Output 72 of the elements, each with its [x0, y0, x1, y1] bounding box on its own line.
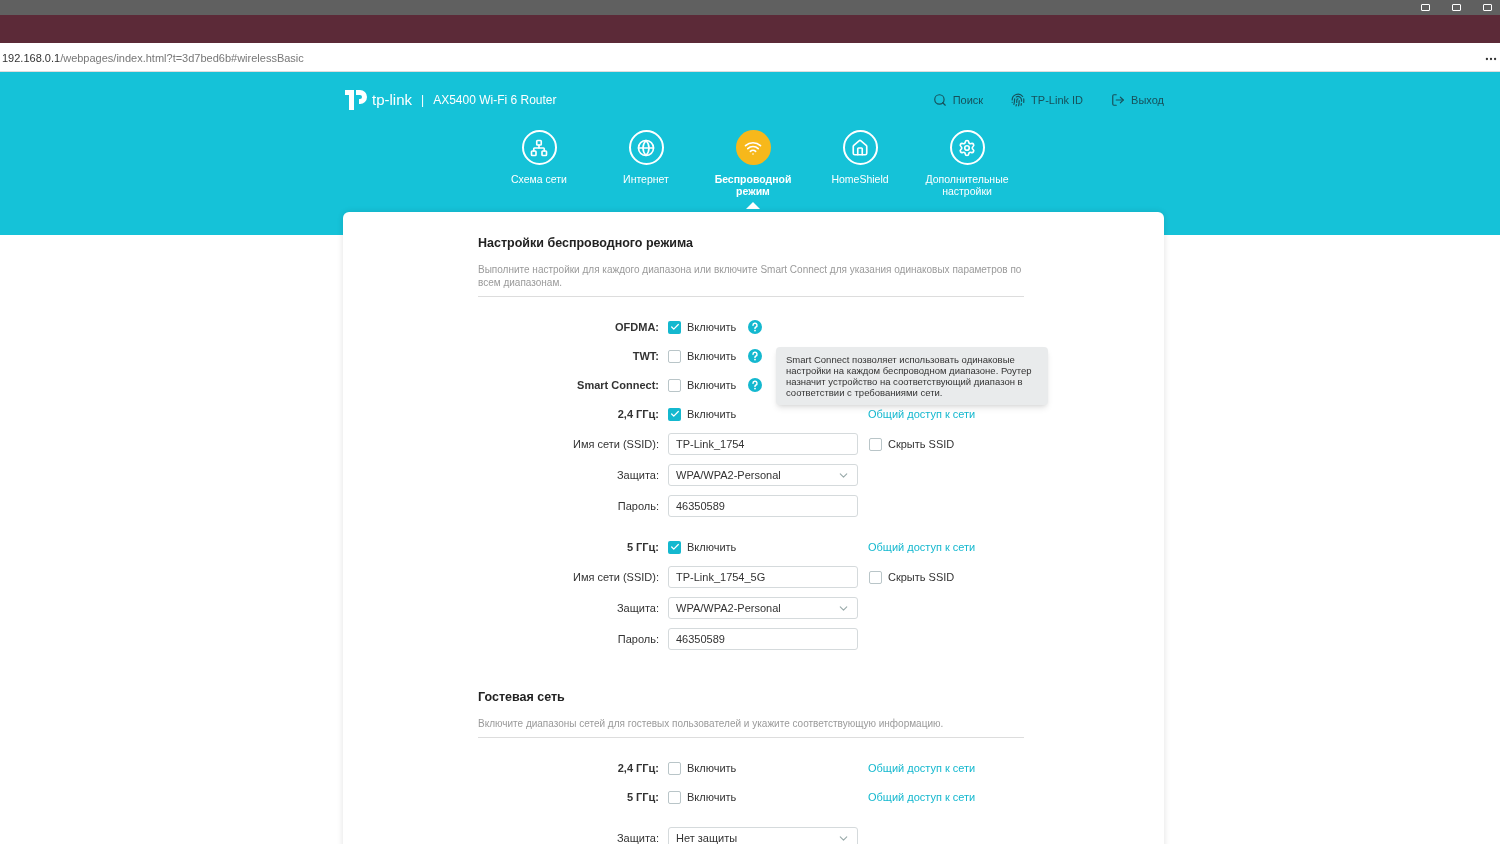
field-label: 2,4 ГГц:: [616, 407, 660, 422]
checkbox-label: Включить: [687, 760, 737, 776]
text-field[interactable]: 46350589: [668, 628, 858, 651]
nav-tab[interactable]: Интернет: [592, 130, 700, 197]
network-icon: [530, 138, 548, 157]
checkbox[interactable]: [668, 378, 681, 392]
checkbox-label: Включить: [687, 349, 737, 364]
search-icon: [932, 93, 947, 107]
checkbox-label: Включить: [687, 789, 737, 805]
checkbox[interactable]: [869, 437, 882, 451]
field-label: Защита:: [615, 468, 660, 483]
nav-tab[interactable]: HomeShield: [806, 130, 914, 197]
dropdown[interactable]: WPA/WPA2-Personal: [668, 597, 858, 620]
window-control-icon[interactable]: [1483, 4, 1492, 11]
field-label: 5 ГГц:: [625, 789, 660, 805]
logout-icon: [1111, 93, 1126, 107]
sharing-link[interactable]: Общий доступ к сети: [868, 788, 976, 806]
window-control-icon[interactable]: [1421, 4, 1430, 11]
checkbox-label: Включить: [687, 378, 737, 393]
address-bar-url[interactable]: 192.168.0.1/webpages/index.html?t=3d7bed6b#wirelessBasic: [2, 50, 304, 67]
text-field[interactable]: TP-Link_1754: [668, 433, 858, 456]
header-action[interactable]: TP-Link ID: [1011, 91, 1084, 109]
checkbox[interactable]: [869, 570, 882, 584]
field-label: Smart Connect:: [576, 378, 660, 393]
field-label: Пароль:: [616, 499, 660, 514]
checkbox-label: Включить: [687, 320, 737, 335]
help-icon[interactable]: [748, 349, 763, 364]
checkbox[interactable]: [668, 761, 681, 775]
sharing-link[interactable]: Общий доступ к сети: [868, 759, 976, 777]
field-label: 5 ГГц:: [625, 540, 660, 555]
separator: |: [421, 92, 425, 109]
checkbox[interactable]: [668, 407, 681, 421]
checkbox[interactable]: [668, 540, 681, 554]
field-label: Имя сети (SSID):: [571, 570, 660, 585]
field-label: Пароль:: [616, 632, 660, 647]
checkbox-label: Включить: [687, 540, 737, 555]
nav-tab[interactable]: Схема сети: [485, 130, 593, 197]
nav-tab[interactable]: Дополнительные настройки: [913, 130, 1021, 197]
tooltip: Smart Connect позволяет использовать одинаковые настройки на каждом беспроводном диапазоне. Роутер назначит устройство на соответствующий диапазон в соответствии с требованиями сети.: [776, 347, 1048, 405]
logo-text: tp-link: [372, 89, 412, 110]
checkbox-label: Скрыть SSID: [888, 437, 955, 452]
help-icon[interactable]: [748, 320, 763, 335]
field-label: 2,4 ГГц:: [616, 760, 660, 776]
section-title: Гостевая сеть: [478, 688, 566, 706]
model-name: AX5400 Wi-Fi 6 Router: [433, 92, 557, 109]
gear-icon: [958, 138, 976, 157]
field-label: Имя сети (SSID):: [571, 437, 660, 452]
help-icon[interactable]: [748, 378, 763, 393]
checkbox[interactable]: [668, 790, 681, 804]
header-action[interactable]: Поиск: [932, 91, 984, 109]
text-field[interactable]: TP-Link_1754_5G: [668, 566, 858, 589]
fingerprint-icon: [1011, 93, 1026, 107]
window-control-icon[interactable]: [1452, 4, 1461, 11]
section-description: Выполните настройки для каждого диапазона или включите Smart Connect для указания одинаковых параметров по всем диапазонам.: [478, 262, 1024, 297]
dropdown[interactable]: Нет защиты: [668, 827, 858, 844]
house-icon: [851, 138, 869, 157]
globe-icon: [637, 138, 655, 157]
section-title: Настройки беспроводного режима: [478, 235, 694, 252]
field-label: TWT:: [631, 349, 660, 364]
section-description: Включите диапазоны сетей для гостевых пользователей и укажите соответствующую информацию.: [478, 716, 1024, 738]
field-label: Защита:: [615, 830, 660, 844]
checkbox-label: Включить: [687, 407, 737, 422]
text-field[interactable]: 46350589: [668, 495, 858, 518]
checkbox-label: Скрыть SSID: [888, 570, 955, 585]
field-label: OFDMA:: [614, 320, 660, 335]
checkbox[interactable]: [668, 320, 681, 334]
field-label: Защита:: [615, 601, 660, 616]
sharing-link[interactable]: Общий доступ к сети: [868, 539, 976, 556]
sharing-link[interactable]: Общий доступ к сети: [868, 406, 976, 423]
header-action[interactable]: Выход: [1111, 91, 1164, 109]
dropdown[interactable]: WPA/WPA2-Personal: [668, 464, 858, 487]
checkbox[interactable]: [668, 349, 681, 363]
